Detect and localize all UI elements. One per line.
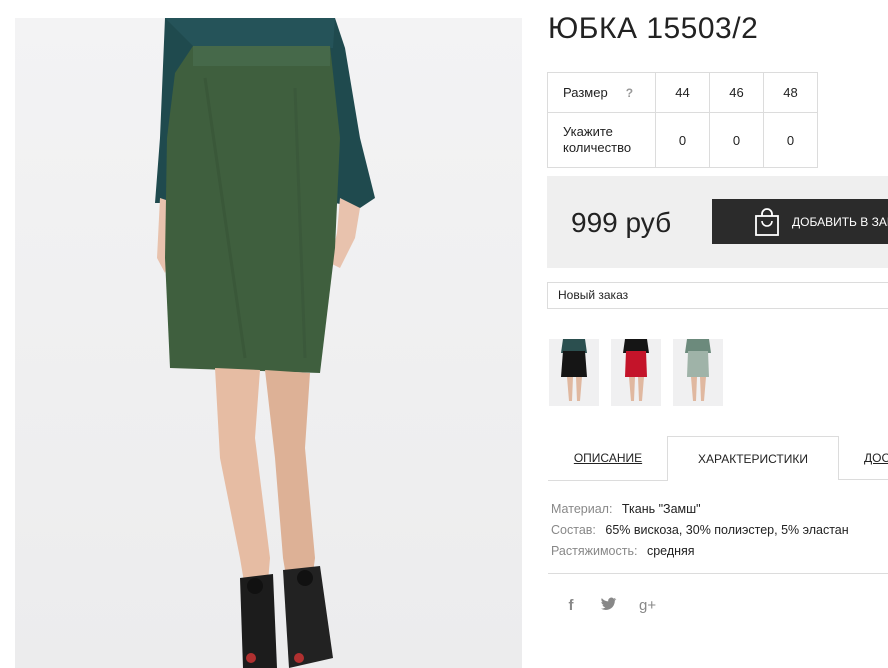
spec-composition-key: Состав: bbox=[551, 523, 596, 537]
variant-mint-thumbnail[interactable] bbox=[673, 339, 723, 406]
size-table: Размер? 44 46 48 Укажите количество 0 0 … bbox=[547, 72, 818, 168]
help-icon[interactable]: ? bbox=[626, 86, 633, 100]
tab-characteristics[interactable]: ХАРАКТЕРИСТИКИ bbox=[667, 436, 839, 480]
size-label-cell: Размер? bbox=[547, 72, 656, 113]
color-variants bbox=[549, 339, 723, 406]
spec-composition-value: 65% вискоза, 30% полиэстер, 5% эластан bbox=[605, 523, 849, 537]
twitter-icon[interactable] bbox=[601, 597, 617, 615]
size-44[interactable]: 44 bbox=[655, 72, 710, 113]
quantity-label-cell: Укажите количество bbox=[547, 112, 656, 168]
quantity-row: Укажите количество 0 0 0 bbox=[547, 112, 818, 168]
divider bbox=[548, 573, 888, 574]
spec-material: Материал: Ткань "Замш" bbox=[551, 499, 849, 520]
google-plus-icon[interactable]: g+ bbox=[639, 597, 656, 615]
quantity-input-46[interactable]: 0 bbox=[709, 112, 764, 168]
price-panel: 999 руб ДОБАВИТЬ В ЗАКАЗ bbox=[547, 176, 888, 268]
product-title: ЮБКА 15503/2 bbox=[548, 12, 759, 45]
product-tabs: ОПИСАНИЕ ХАРАКТЕРИСТИКИ ДОСТАВКА bbox=[548, 436, 888, 481]
price: 999 руб bbox=[571, 207, 672, 238]
characteristics-list: Материал: Ткань "Замш" Состав: 65% виско… bbox=[551, 499, 849, 562]
size-48[interactable]: 48 bbox=[763, 72, 818, 113]
facebook-icon[interactable]: f bbox=[563, 597, 579, 615]
bag-icon bbox=[754, 207, 780, 237]
size-row: Размер? 44 46 48 bbox=[547, 72, 818, 113]
quantity-input-48[interactable]: 0 bbox=[763, 112, 818, 168]
quantity-input-44[interactable]: 0 bbox=[655, 112, 710, 168]
tab-delivery[interactable]: ДОСТАВКА bbox=[839, 436, 888, 480]
product-photo-illustration bbox=[155, 18, 375, 668]
spec-stretch: Растяжимость: средняя bbox=[551, 541, 849, 562]
quantity-label-line2: количество bbox=[563, 140, 632, 155]
spec-stretch-value: средняя bbox=[646, 544, 695, 558]
variant-red-thumbnail[interactable] bbox=[611, 339, 661, 406]
add-to-order-label: ДОБАВИТЬ В ЗАКАЗ bbox=[792, 214, 888, 229]
social-share: f g+ bbox=[563, 597, 657, 615]
tab-description[interactable]: ОПИСАНИЕ bbox=[548, 436, 668, 481]
spec-material-value: Ткань "Замш" bbox=[621, 502, 701, 516]
spec-composition: Состав: 65% вискоза, 30% полиэстер, 5% э… bbox=[551, 520, 849, 541]
size-46[interactable]: 46 bbox=[709, 72, 764, 113]
size-label: Размер bbox=[563, 85, 608, 100]
quantity-label-line1: Укажите bbox=[563, 124, 613, 139]
product-photo[interactable] bbox=[15, 18, 522, 668]
add-to-order-button[interactable]: ДОБАВИТЬ В ЗАКАЗ bbox=[712, 199, 888, 244]
spec-material-key: Материал: bbox=[551, 502, 613, 516]
order-select[interactable]: Новый заказ bbox=[547, 282, 888, 309]
variant-black-thumbnail[interactable] bbox=[549, 339, 599, 406]
spec-stretch-key: Растяжимость: bbox=[551, 544, 638, 558]
